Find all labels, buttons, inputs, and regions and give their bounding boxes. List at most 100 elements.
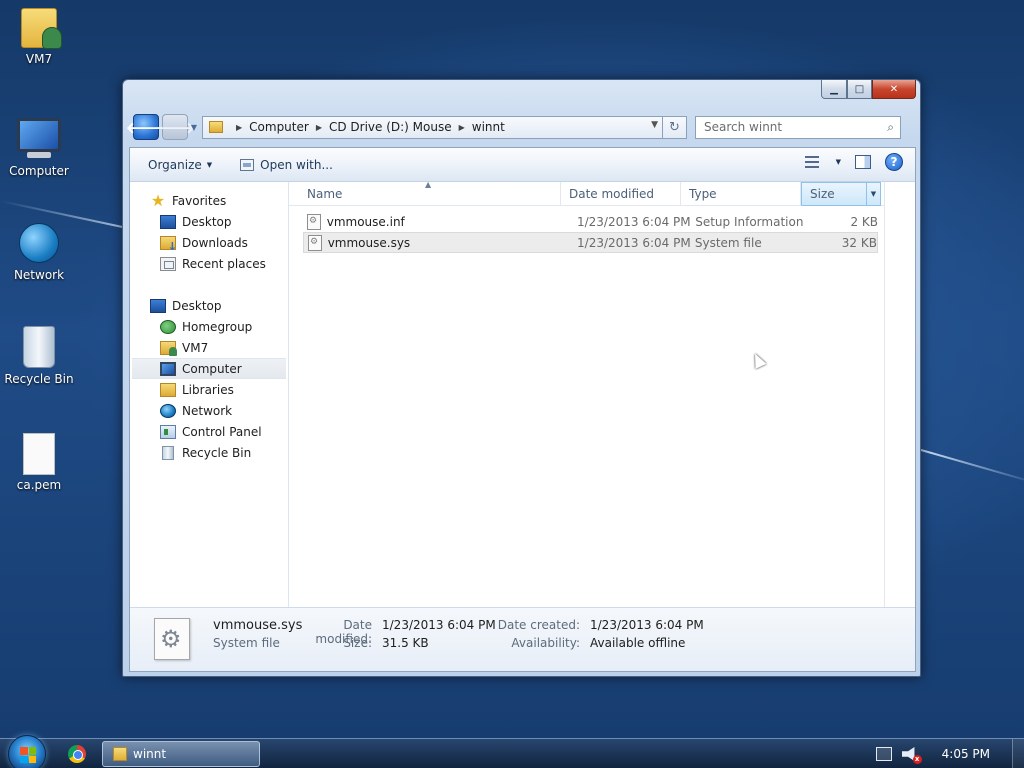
chevron-down-icon[interactable]: ▼	[836, 158, 841, 166]
desktop-icon	[150, 298, 166, 313]
computer-icon	[0, 116, 78, 164]
details-label: Availability:	[511, 636, 580, 650]
desktop-icon-label: VM7	[25, 52, 53, 66]
desktop-icon-recycle-bin[interactable]: Recycle Bin	[0, 322, 78, 386]
start-button[interactable]	[8, 735, 46, 768]
nav-favorites[interactable]: ★ Favorites	[130, 190, 288, 211]
windows-logo-icon	[20, 747, 36, 763]
column-header-type[interactable]: Type	[681, 182, 801, 206]
nav-network[interactable]: Network	[130, 400, 288, 421]
details-label: Size:	[343, 636, 372, 650]
folder-icon	[113, 747, 127, 761]
nav-vm7[interactable]: VM7	[130, 337, 288, 358]
file-type: Setup Information	[695, 214, 804, 229]
refresh-button[interactable]: ↻	[663, 115, 687, 139]
desktop-icon-computer[interactable]: Computer	[0, 116, 78, 178]
details-view-icon	[804, 156, 819, 168]
column-label: Date modified	[569, 187, 655, 201]
column-filter-dropdown[interactable]: ▼	[866, 183, 880, 205]
downloads-folder-icon	[160, 235, 177, 253]
command-bar: Organize ▼ Open with... ▼ ?	[130, 148, 915, 182]
desktop-icon	[160, 214, 176, 229]
column-header-name[interactable]: Name ▲	[289, 180, 561, 206]
forward-button[interactable]: 🡒	[155, 114, 195, 140]
muted-mark: x	[912, 755, 922, 764]
close-button[interactable]: ✕	[872, 80, 916, 99]
open-with-icon	[240, 158, 255, 171]
taskbar: winnt x 4:05 PM	[0, 735, 1024, 768]
show-desktop-button[interactable]	[1012, 739, 1024, 768]
desktop-icon-network[interactable]: Network	[0, 218, 78, 282]
nav-homegroup[interactable]: Homegroup	[130, 316, 288, 337]
volume-muted-icon[interactable]: x	[901, 747, 922, 764]
control-panel-icon	[160, 424, 176, 439]
address-history-dropdown[interactable]: ▼	[651, 120, 658, 130]
nav-label: Recent places	[182, 256, 266, 271]
open-with-button[interactable]: Open with...	[234, 153, 339, 177]
nav-downloads[interactable]: Downloads	[130, 232, 288, 253]
file-type: System file	[694, 235, 762, 250]
system-file-icon	[308, 234, 322, 251]
open-with-label: Open with...	[260, 157, 333, 172]
network-status-icon[interactable]	[875, 747, 892, 761]
details-label: Date created:	[497, 618, 580, 632]
search-input[interactable]	[704, 120, 864, 134]
column-header-size[interactable]: Size ▼	[801, 182, 881, 206]
breadcrumb-separator[interactable]: ▶	[316, 123, 322, 132]
file-row-selected[interactable]: vmmouse.sys 1/23/2013 6:04 PM System fil…	[303, 232, 878, 253]
file-date: 1/23/2013 6:04 PM	[577, 235, 691, 250]
chrome-icon[interactable]	[68, 745, 86, 763]
column-label: Size	[810, 187, 835, 201]
desktop-icon-label: Recycle Bin	[4, 372, 74, 386]
nav-label: Network	[182, 403, 233, 418]
breadcrumb-separator[interactable]: ▶	[236, 123, 242, 132]
file-list-pane: Name ▲ Date modified Type Size ▼ ⚙ vmmou…	[289, 180, 915, 607]
nav-label: Homegroup	[182, 319, 253, 334]
recent-places-icon	[160, 256, 176, 271]
nav-label: VM7	[182, 340, 209, 355]
nav-label: Libraries	[182, 382, 234, 397]
breadcrumb-cd-drive[interactable]: CD Drive (D:) Mouse	[329, 120, 452, 134]
taskbar-button-winnt[interactable]: winnt	[102, 741, 260, 767]
change-view-button[interactable]: ▼	[804, 156, 841, 168]
details-availability: Available offline	[590, 636, 686, 650]
desktop-icon-label: ca.pem	[16, 478, 62, 492]
breadcrumb-winnt[interactable]: winnt	[472, 120, 505, 134]
desktop-icon-vm7[interactable]: VM7	[0, 8, 78, 66]
navigation-bar: 🡐 🡒 ▼ ▶ Computer ▶ CD Drive (D:) Mouse ▶…	[126, 114, 912, 140]
nav-libraries[interactable]: Libraries	[130, 379, 288, 400]
explorer-body: ★ Favorites Desktop Downloads Recent pla…	[130, 180, 915, 607]
recent-pages-dropdown[interactable]: ▼	[188, 123, 200, 132]
nav-favorites-desktop[interactable]: Desktop	[130, 211, 288, 232]
breadcrumb-separator[interactable]: ▶	[459, 123, 465, 132]
maximize-button[interactable]: □	[847, 80, 872, 99]
nav-label: Computer	[182, 361, 242, 376]
nav-recent-places[interactable]: Recent places	[130, 253, 288, 274]
navigation-pane: ★ Favorites Desktop Downloads Recent pla…	[130, 182, 289, 607]
clock[interactable]: 4:05 PM	[942, 747, 990, 761]
column-label: Type	[689, 187, 717, 201]
nav-control-panel[interactable]: Control Panel	[130, 421, 288, 442]
file-name: vmmouse.inf	[326, 214, 405, 229]
nav-label: Downloads	[182, 235, 248, 250]
nav-label: Recycle Bin	[182, 445, 252, 460]
search-box[interactable]: ⌕	[695, 115, 901, 139]
search-icon[interactable]: ⌕	[887, 120, 894, 135]
system-tray: x 4:05 PM	[875, 739, 1024, 768]
address-bar[interactable]: ▶ Computer ▶ CD Drive (D:) Mouse ▶ winnt…	[202, 115, 663, 139]
file-date: 1/23/2013 6:04 PM	[576, 214, 691, 229]
help-icon[interactable]: ?	[885, 153, 903, 171]
explorer-window: ▁ □ ✕ 🡐 🡒 ▼ ▶ Computer ▶ CD Drive (D:) M…	[122, 79, 921, 677]
nav-label: Desktop	[172, 298, 222, 313]
nav-desktop-root[interactable]: Desktop	[130, 295, 288, 316]
organize-label: Organize	[148, 157, 202, 172]
minimize-button[interactable]: ▁	[821, 80, 847, 99]
organize-button[interactable]: Organize ▼	[142, 153, 218, 177]
nav-computer[interactable]: Computer	[132, 358, 286, 379]
preview-pane-icon[interactable]	[855, 155, 871, 169]
nav-recycle-bin[interactable]: Recycle Bin	[130, 442, 288, 463]
file-row[interactable]: vmmouse.inf 1/23/2013 6:04 PM Setup Info…	[303, 211, 878, 232]
column-header-date-modified[interactable]: Date modified	[561, 182, 681, 206]
desktop-icon-ca-pem[interactable]: ca.pem	[0, 430, 78, 492]
breadcrumb-computer[interactable]: Computer	[249, 120, 309, 134]
